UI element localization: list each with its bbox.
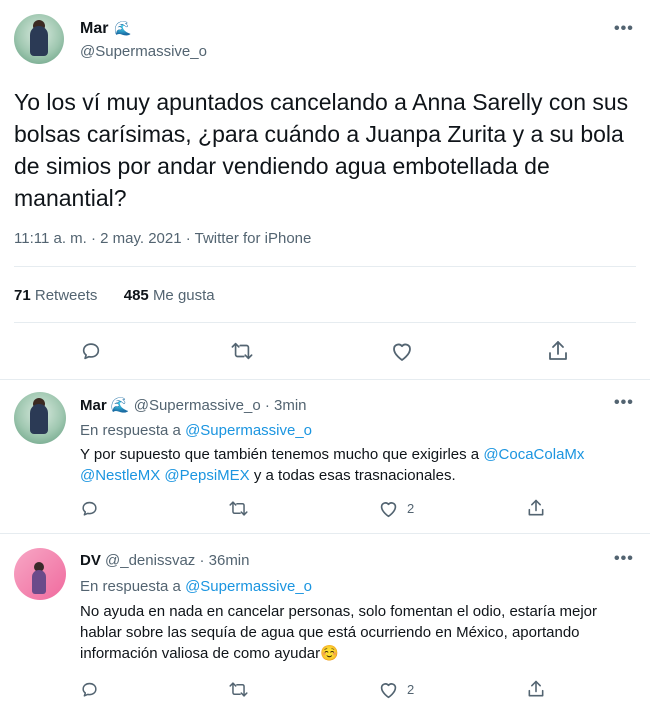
retweet-button[interactable]	[230, 340, 254, 362]
reply-context: En respuesta a @Supermassive_o	[80, 422, 313, 439]
reply-author-name[interactable]: DV	[80, 552, 101, 569]
divider	[14, 322, 636, 323]
divider	[14, 266, 636, 267]
reply-tweet[interactable]: DV @_denissvaz · 36min ••• En respuesta …	[0, 534, 650, 721]
retweets-stat[interactable]: 71 Retweets	[14, 287, 97, 304]
reply-target-link[interactable]: @Supermassive_o	[185, 422, 312, 439]
retweet-icon	[231, 342, 253, 360]
wave-emoji-icon: 🌊	[114, 20, 132, 36]
author-avatar[interactable]	[14, 14, 64, 64]
reply-button[interactable]	[80, 499, 99, 518]
more-options-icon[interactable]: •••	[614, 550, 634, 568]
reply-icon	[82, 682, 97, 697]
more-options-icon[interactable]: •••	[614, 20, 634, 38]
retweet-button[interactable]	[228, 499, 249, 518]
more-options-icon[interactable]: •••	[614, 394, 634, 412]
reply-header: Mar 🌊 @Supermassive_o · 3min	[80, 396, 307, 414]
reply-time[interactable]: · 3min	[265, 397, 307, 414]
like-button[interactable]	[390, 340, 414, 362]
reply-context: En respuesta a @Supermassive_o	[80, 578, 313, 595]
tweet-stats: 71 Retweets 485 Me gusta	[14, 287, 215, 304]
heart-icon	[380, 683, 397, 699]
like-count: 2	[407, 682, 415, 697]
mention-link[interactable]: @CocaColaMx	[483, 446, 584, 463]
like-count: 2	[407, 501, 415, 516]
reply-target-link[interactable]: @Supermassive_o	[185, 578, 312, 595]
share-button[interactable]	[546, 339, 570, 363]
author-name[interactable]: Mar	[80, 20, 108, 38]
tweet-timestamp[interactable]: 11:11 a. m. · 2 may. 2021 · Twitter for …	[14, 230, 311, 247]
likes-stat[interactable]: 485 Me gusta	[124, 287, 215, 304]
reply-author-handle[interactable]: @Supermassive_o	[134, 397, 261, 414]
reply-author-avatar[interactable]	[14, 548, 66, 600]
reply-tweet[interactable]: Mar 🌊 @Supermassive_o · 3min ••• En resp…	[0, 380, 650, 534]
retweet-icon	[229, 682, 248, 697]
reply-author-avatar[interactable]	[14, 392, 66, 444]
like-button[interactable]: 2	[378, 680, 414, 699]
heart-icon	[380, 502, 397, 518]
mention-link[interactable]: @PepsiMEX	[164, 467, 249, 484]
like-button[interactable]: 2	[378, 499, 414, 518]
reply-button[interactable]	[80, 340, 102, 362]
retweet-icon	[229, 501, 248, 516]
retweet-button[interactable]	[228, 680, 249, 699]
reply-text: No ayuda en nada en cancelar personas, s…	[80, 603, 597, 662]
author-handle[interactable]: @Supermassive_o	[80, 43, 207, 60]
wave-emoji-icon: 🌊	[110, 397, 130, 414]
heart-icon	[393, 343, 411, 361]
reply-icon	[82, 501, 97, 516]
main-tweet: Mar 🌊 @Supermassive_o ••• Yo los ví muy …	[0, 0, 650, 380]
reply-text: Y por supuesto que también tenemos mucho…	[80, 446, 585, 484]
tweet-text: Yo los ví muy apuntados cancelando a Ann…	[14, 89, 629, 211]
share-button[interactable]	[526, 498, 546, 518]
reply-author-handle[interactable]: @_denissvaz	[105, 552, 195, 569]
reply-button[interactable]	[80, 680, 99, 699]
reply-author-name[interactable]: Mar	[80, 397, 107, 414]
reply-header: DV @_denissvaz · 36min	[80, 552, 250, 569]
share-button[interactable]	[526, 679, 546, 699]
share-icon	[549, 341, 567, 360]
share-icon	[528, 499, 544, 516]
share-icon	[528, 680, 544, 697]
mention-link[interactable]: @NestleMX	[80, 467, 160, 484]
reply-icon	[82, 343, 100, 360]
reply-time[interactable]: · 36min	[199, 552, 249, 569]
